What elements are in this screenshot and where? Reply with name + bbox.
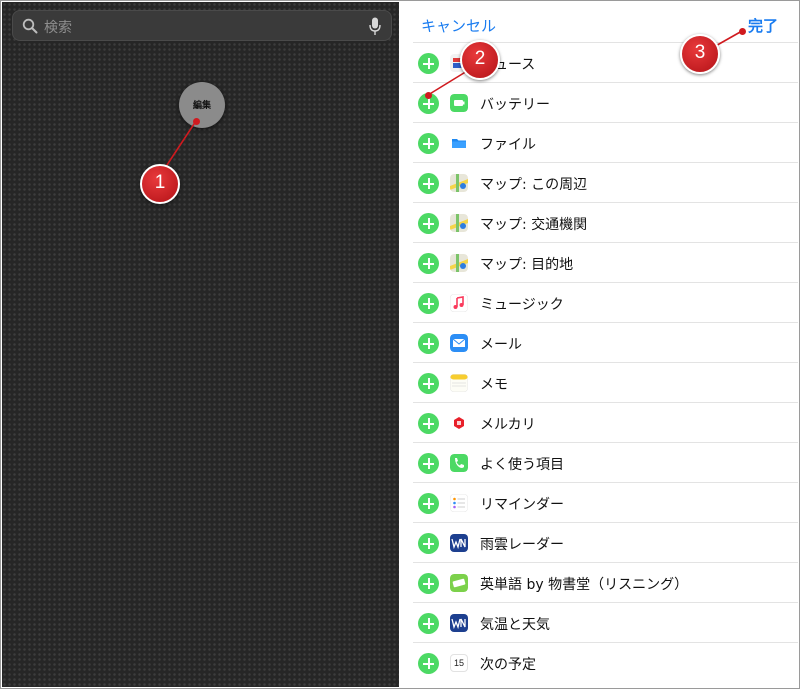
mic-icon[interactable] [369,17,381,36]
add-widget-button[interactable] [418,493,439,514]
list-item-label: ミュージック [480,297,564,313]
list-item: マップ: 目的地 [413,242,798,282]
list-item-label: 次の予定 [480,657,536,673]
vocab-icon [450,574,468,592]
add-widget-button[interactable] [418,173,439,194]
list-item: 英単語 by 物書堂（リスニング） [413,562,798,602]
add-widget-button[interactable] [418,613,439,634]
list-item: 雨雲レーダー [413,522,798,562]
list-item-label: ファイル [480,137,536,153]
callout-1: 1 [140,164,180,204]
list-item-label: リマインダー [480,497,564,513]
done-button[interactable]: 完了 [748,15,778,36]
notes-icon [450,374,468,392]
battery-icon [450,94,468,112]
add-widget-button[interactable] [418,373,439,394]
cancel-button[interactable]: キャンセル [421,15,496,36]
calendar-icon: 15 [450,654,468,672]
widget-edit-panel: キャンセル 完了 ニュース バッテリー ファイル マップ: この周辺 マップ: … [401,2,798,687]
callout-3-pointer [739,28,746,35]
calendar-day: 15 [453,658,464,668]
list-item: リマインダー [413,482,798,522]
list-item: バッテリー [413,82,798,122]
add-widget-button[interactable] [418,333,439,354]
list-item: ミュージック [413,282,798,322]
callout-2: 2 [460,40,500,80]
edit-button[interactable]: 編集 [179,82,225,128]
list-item-label: メルカリ [480,417,536,433]
list-item-label: 英単語 by 物書堂（リスニング） [480,577,689,593]
list-item: マップ: 交通機関 [413,202,798,242]
add-widget-button[interactable] [418,413,439,434]
list-item-label: バッテリー [480,97,550,113]
maps-icon [450,214,468,232]
list-item-label: よく使う項目 [480,457,564,473]
add-widget-button[interactable] [418,453,439,474]
list-item-label: マップ: この周辺 [480,177,588,193]
callout-3-number: 3 [694,42,706,63]
add-widget-button[interactable] [418,573,439,594]
phone-icon [450,454,468,472]
search-bar[interactable]: 検索 [12,10,392,41]
callout-2-pointer [425,92,432,99]
callout-2-number: 2 [474,48,486,69]
list-item: よく使う項目 [413,442,798,482]
music-icon [450,294,468,312]
add-widget-button[interactable] [418,653,439,674]
reminders-icon [450,494,468,512]
mail-icon [450,334,468,352]
add-widget-button[interactable] [418,293,439,314]
list-item-label: 雨雲レーダー [480,537,564,553]
widget-list: ニュース バッテリー ファイル マップ: この周辺 マップ: 交通機関 マップ:… [413,42,798,682]
list-item-label: 気温と天気 [480,617,550,633]
callout-1-number: 1 [154,172,166,193]
mercari-icon [450,414,468,432]
list-item-label: メモ [480,377,508,393]
list-item: メール [413,322,798,362]
list-item: マップ: この周辺 [413,162,798,202]
search-icon [22,18,38,34]
add-widget-button[interactable] [418,533,439,554]
weathernews-icon [450,534,468,552]
add-widget-button[interactable] [418,213,439,234]
list-item: 15 次の予定 [413,642,798,682]
list-item: ファイル [413,122,798,162]
add-widget-button[interactable] [418,133,439,154]
list-item-label: マップ: 交通機関 [480,217,588,233]
maps-icon [450,254,468,272]
weathernews-icon [450,614,468,632]
files-icon [452,139,466,148]
add-widget-button[interactable] [418,53,439,74]
today-view-panel: 検索 編集 [2,2,399,687]
list-item: メモ [413,362,798,402]
add-widget-button[interactable] [418,253,439,274]
callout-3: 3 [680,34,720,74]
callout-1-pointer [193,118,200,125]
maps-icon [450,174,468,192]
list-item-label: マップ: 目的地 [480,257,574,273]
search-placeholder: 検索 [44,20,72,36]
list-item: 気温と天気 [413,602,798,642]
list-item-label: メール [480,337,522,353]
edit-button-label: 編集 [192,101,211,111]
list-item: メルカリ [413,402,798,442]
